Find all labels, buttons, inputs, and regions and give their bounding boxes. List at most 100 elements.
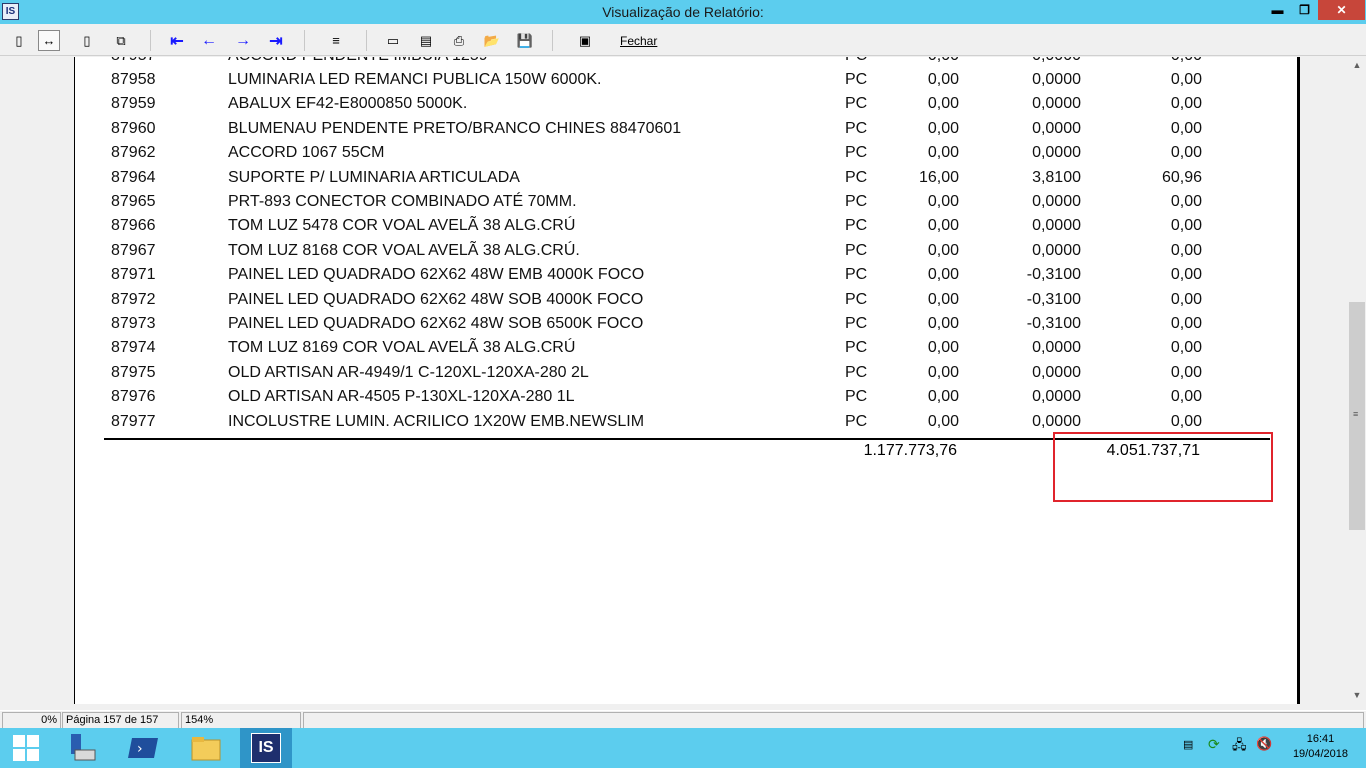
last-page-icon[interactable]: ⇥	[265, 30, 287, 51]
item-code: 87967	[111, 241, 156, 259]
item-description: PAINEL LED QUADRADO 62X62 48W SOB 6500K …	[228, 315, 644, 332]
taskbar: › IS ▤ ⟳ 🖧 🔇 16:41 19/04/2018	[0, 728, 1366, 768]
report-toolbar: ▯ ↔ ▯ ⧉ ⇤ ← → ⇥ ≡ ▭ ▤ ⎙ 📂 💾 ▣ Fechar	[0, 24, 1366, 56]
item-total: 0,00	[1171, 57, 1202, 65]
scroll-down-icon[interactable]: ▼	[1348, 687, 1366, 704]
page-width-icon[interactable]: ↔	[38, 30, 60, 51]
svg-text:›: ›	[137, 741, 143, 757]
folder-icon	[191, 737, 221, 761]
window-title: Visualização de Relatório:	[602, 4, 764, 20]
full-page-icon[interactable]: ▯	[76, 30, 98, 51]
report-page: 87957 ACCORD PENDENTE IMBUIA 1259 PC 0,0…	[74, 57, 1300, 704]
clock-date: 19/04/2018	[1292, 748, 1348, 760]
item-price: -0,3100	[1026, 290, 1081, 308]
item-total: 0,00	[1170, 388, 1202, 406]
previous-page-icon[interactable]: ←	[198, 30, 220, 51]
item-unit: PC	[845, 217, 868, 235]
open-folder-icon[interactable]: 📂	[481, 30, 503, 51]
export-icon[interactable]: ▣	[574, 30, 596, 51]
item-unit: PC	[845, 290, 868, 308]
table-row: 87957 ACCORD PENDENTE IMBUIA 1259 PC 0,0…	[75, 57, 1297, 71]
print-setup-icon[interactable]: ▤	[415, 30, 437, 51]
restore-button[interactable]: ❐	[1291, 0, 1318, 20]
file-explorer-button[interactable]	[180, 728, 232, 768]
volume-muted-icon[interactable]: 🔇	[1256, 736, 1272, 752]
item-price: 0,0000	[1032, 241, 1081, 259]
item-price: 3,8100	[1032, 168, 1081, 186]
item-total: 60,96	[1161, 168, 1202, 186]
item-unit: PC	[845, 193, 868, 210]
multi-page-icon[interactable]: ⧉	[110, 30, 132, 51]
server-manager-button[interactable]	[55, 728, 107, 768]
table-row: 87973 PAINEL LED QUADRADO 62X62 48W SOB 6…	[75, 315, 1297, 339]
item-code: 87974	[111, 339, 156, 357]
scroll-thumb[interactable]: ≡	[1349, 302, 1365, 530]
single-page-icon[interactable]: ▯	[8, 30, 30, 51]
table-row: 87962 ACCORD 1067 55CM PC 0,00 0,0000 0,00	[75, 144, 1297, 168]
item-price: 0,0000	[1032, 119, 1081, 137]
is-app-icon: IS	[251, 733, 281, 763]
item-total: 0,00	[1170, 339, 1202, 357]
copy-icon[interactable]: ▭	[382, 30, 404, 51]
vertical-scrollbar[interactable]: ▲ ≡ ▼	[1348, 57, 1366, 704]
item-code: 87958	[111, 71, 156, 88]
item-code: 87966	[111, 217, 156, 235]
start-button[interactable]	[0, 728, 52, 768]
item-unit: PC	[845, 241, 868, 259]
item-description: INCOLUSTRE LUMIN. ACRILICO 1X20W EMB.NEW…	[228, 412, 645, 430]
status-bar: 0% Página 157 de 157 154%	[0, 710, 1366, 729]
next-page-icon[interactable]: →	[232, 30, 254, 51]
item-description: SUPORTE P/ LUMINARIA ARTICULADA	[228, 168, 520, 186]
item-description: TOM LUZ 5478 COR VOAL AVELÃ 38 ALG.CRÚ	[228, 217, 576, 235]
item-code: 87977	[111, 412, 156, 430]
item-price: 0,0000	[1032, 71, 1081, 88]
item-quantity: 0,00	[927, 193, 959, 210]
print-icon[interactable]: ⎙	[448, 30, 470, 51]
item-code: 87960	[111, 119, 156, 137]
page-indicator: Página 157 de 157	[62, 712, 179, 729]
status-message	[303, 712, 1364, 729]
is-app-button[interactable]: IS	[240, 728, 292, 768]
item-price: 0,0000	[1032, 193, 1081, 210]
server-manager-icon	[71, 734, 96, 761]
item-quantity: 0,00	[927, 315, 959, 332]
item-total: 0,00	[1170, 363, 1202, 381]
language-icon[interactable]: ▤	[1183, 738, 1193, 751]
item-total: 0,00	[1170, 193, 1202, 210]
item-description: ABALUX EF42-E8000850 5000K.	[228, 95, 468, 113]
powershell-button[interactable]: ›	[118, 728, 170, 768]
item-description: PRT-893 CONECTOR COMBINADO ATÉ 70MM.	[228, 193, 577, 210]
item-price: -0,3100	[1026, 266, 1081, 284]
item-total: 0,00	[1170, 315, 1202, 332]
network-icon[interactable]: 🖧	[1232, 736, 1247, 758]
toolbar-divider	[366, 30, 367, 51]
table-row: 87976 OLD ARTISAN AR-4505 P-130XL-120XA-2…	[75, 388, 1297, 412]
system-clock[interactable]: 16:41 19/04/2018	[1293, 732, 1348, 762]
item-price: 0,0000	[1032, 363, 1081, 381]
title-bar: IS Visualização de Relatório: ▬ ❐ ✕	[0, 0, 1366, 24]
go-to-page-icon[interactable]: ≡	[325, 30, 347, 51]
table-row: 87966 TOM LUZ 5478 COR VOAL AVELÃ 38 ALG.…	[75, 217, 1297, 241]
sum-quantity: 1.177.773,76	[863, 442, 957, 459]
table-row: 87974 TOM LUZ 8169 COR VOAL AVELÃ 38 ALG.…	[75, 339, 1297, 363]
close-window-button[interactable]: ✕	[1318, 0, 1365, 20]
item-unit: PC	[845, 363, 868, 381]
item-code: 87957	[111, 57, 156, 65]
first-page-icon[interactable]: ⇤	[166, 30, 188, 51]
update-icon[interactable]: ⟳	[1208, 736, 1220, 753]
item-description: PAINEL LED QUADRADO 62X62 48W SOB 4000K …	[228, 290, 644, 308]
item-description: PAINEL LED QUADRADO 62X62 48W EMB 4000K …	[228, 266, 645, 284]
close-report-button[interactable]: Fechar	[620, 34, 657, 48]
save-icon[interactable]: 💾	[514, 30, 536, 51]
item-code: 87975	[111, 363, 156, 381]
item-total: 0,00	[1170, 266, 1202, 284]
item-code: 87972	[111, 290, 156, 308]
item-quantity: 0,00	[927, 339, 959, 357]
scroll-up-icon[interactable]: ▲	[1348, 57, 1366, 74]
table-row: 87972 PAINEL LED QUADRADO 62X62 48W SOB 4…	[75, 290, 1297, 315]
minimize-button[interactable]: ▬	[1264, 0, 1291, 20]
item-quantity: 0,00	[927, 388, 959, 406]
item-code: 87959	[111, 95, 156, 113]
toolbar-divider	[304, 30, 305, 51]
item-unit: PC	[845, 144, 868, 162]
